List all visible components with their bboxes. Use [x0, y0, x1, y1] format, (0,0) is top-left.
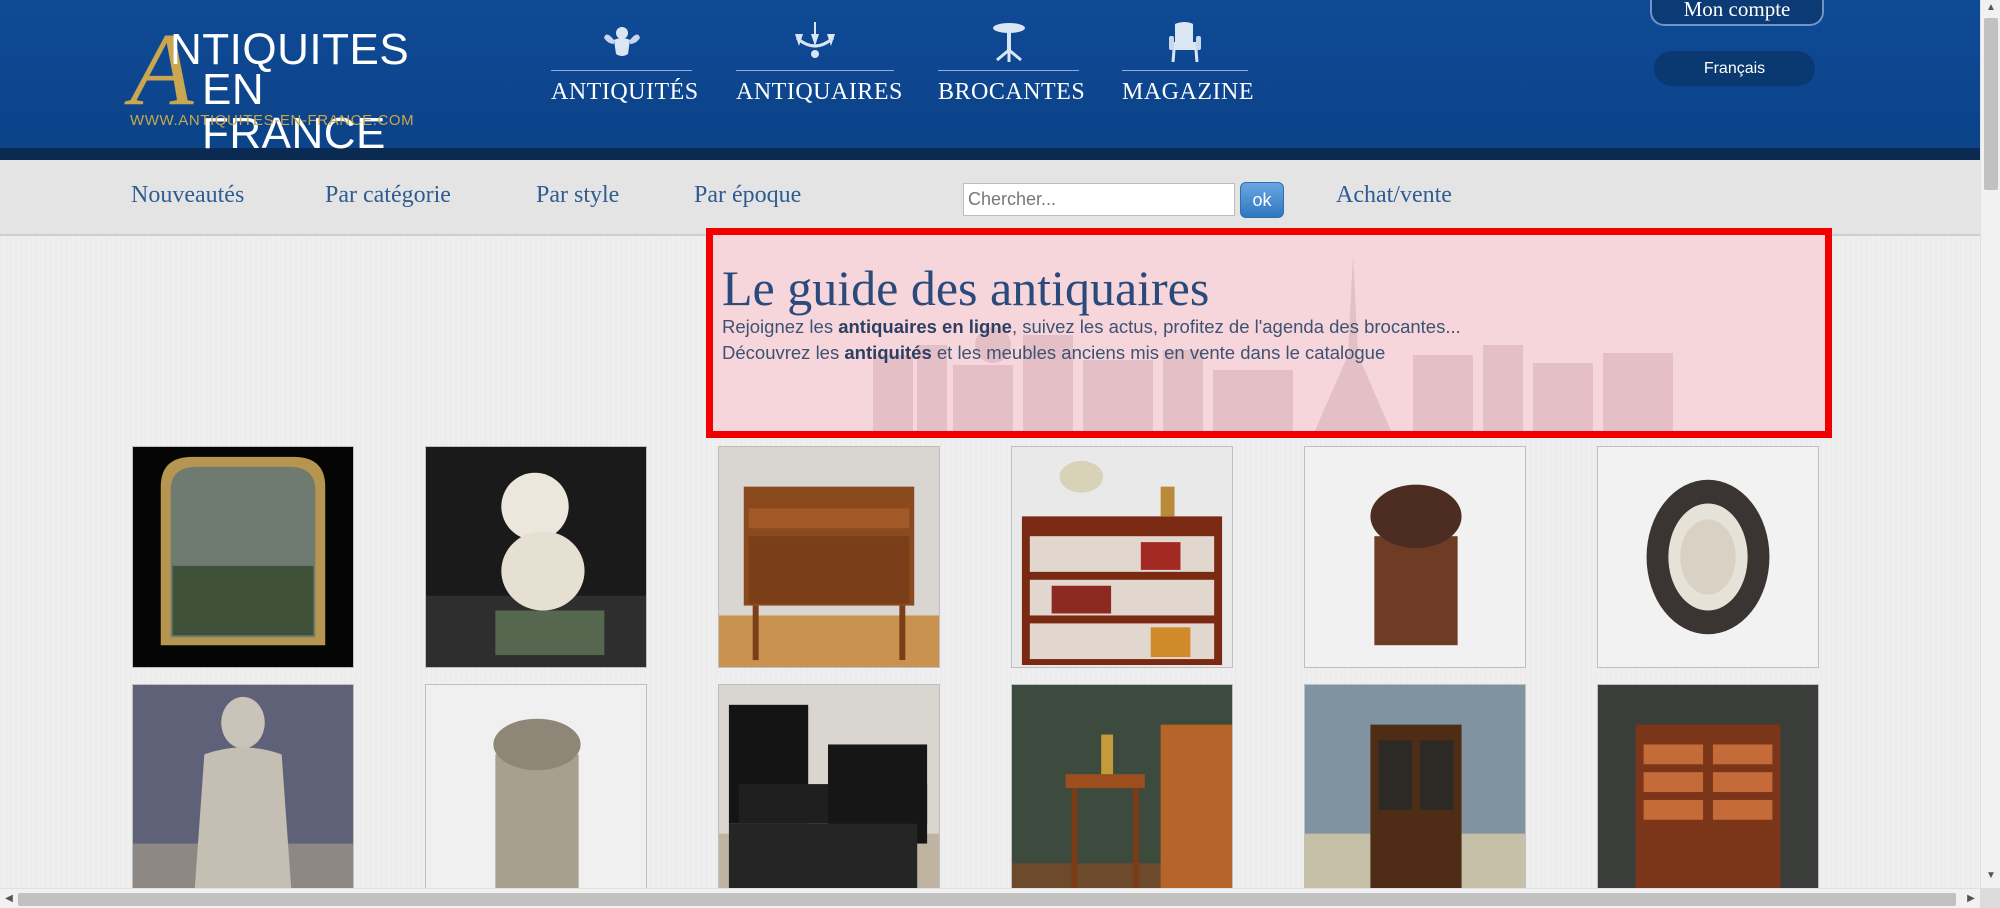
product-thumbnail[interactable]	[1011, 446, 1233, 668]
jade-seal-image	[426, 685, 646, 905]
cherub-icon	[551, 20, 692, 64]
side-table-commode-image	[1012, 685, 1232, 905]
chandelier-icon	[736, 20, 894, 64]
intro-text: et les meubles anciens mis en vente dans…	[931, 342, 1386, 363]
search-submit-button[interactable]: ok	[1240, 182, 1284, 218]
intro-text: Découvrez les	[722, 342, 845, 363]
intro-banner: Le guide des antiquaires Rejoignez les a…	[706, 228, 1832, 438]
product-thumbnail[interactable]	[425, 446, 647, 668]
black-bed-image	[719, 685, 939, 905]
product-thumbnail[interactable]	[1011, 684, 1233, 906]
intro-text: , suivez les actus, profitez de l'agenda…	[1011, 316, 1461, 337]
sub-navigation: Nouveautés Par catégorie Par style Par é…	[0, 160, 1980, 236]
logo-url: WWW.ANTIQUITES-EN-FRANCE.COM	[130, 112, 415, 129]
subnav-achat-vente[interactable]: Achat/vente	[1336, 182, 1452, 209]
product-thumbnail[interactable]	[1597, 684, 1819, 906]
intro-text-line2: Découvrez les antiquités et les meubles …	[722, 342, 1385, 364]
pedestal-table-icon	[938, 20, 1079, 64]
gilded-mirror-image	[133, 447, 353, 667]
scroll-up-arrow-icon[interactable]: ▲	[1981, 0, 2000, 16]
account-button[interactable]: Mon compte	[1650, 0, 1824, 26]
stone-statue-image	[133, 685, 353, 905]
vertical-scroll-thumb[interactable]	[1984, 18, 1998, 190]
scroll-right-arrow-icon[interactable]: ▶	[1962, 889, 1980, 908]
main-nav-brocantes[interactable]: BROCANTES	[938, 20, 1086, 110]
product-thumbnail[interactable]	[718, 684, 940, 906]
intro-text: Rejoignez les	[722, 316, 839, 337]
intro-text-line1: Rejoignez les antiquaires en ligne, suiv…	[722, 316, 1461, 338]
horizontal-scroll-thumb[interactable]	[18, 893, 1956, 906]
product-thumbnail[interactable]	[425, 684, 647, 906]
cabinet-drawers-image	[1598, 685, 1818, 905]
scrollbar-corner	[1980, 888, 2000, 908]
product-thumbnail[interactable]	[1304, 446, 1526, 668]
main-nav-label: BROCANTES	[938, 79, 1086, 105]
product-thumbnail[interactable]	[132, 684, 354, 906]
main-nav-antiquaires[interactable]: ANTIQUAIRES	[736, 20, 903, 110]
search-input[interactable]	[963, 183, 1235, 216]
product-thumbnail[interactable]	[718, 446, 940, 668]
intro-title: Le guide des antiquaires	[722, 260, 1210, 316]
display-cabinet-image	[1305, 685, 1525, 905]
cameo-brooch-image	[1598, 447, 1818, 667]
scroll-left-arrow-icon[interactable]: ◀	[0, 889, 18, 908]
main-nav-label: ANTIQUAIRES	[736, 79, 903, 105]
seal-sculpture-image	[1305, 447, 1525, 667]
nightstand-image	[719, 447, 939, 667]
horizontal-scrollbar[interactable]: ◀ ▶	[0, 888, 1980, 908]
antiquites-link[interactable]: antiquités	[844, 342, 931, 363]
subnav-par-style[interactable]: Par style	[536, 182, 619, 209]
site-header: A NTIQUITES EN FRANCE WWW.ANTIQUITES-EN-…	[0, 0, 1980, 160]
antiquaires-link[interactable]: antiquaires en ligne	[838, 316, 1012, 337]
bookcase-image	[1012, 447, 1232, 667]
cherub-figurine-image	[426, 447, 646, 667]
language-selector[interactable]: Français	[1654, 51, 1815, 86]
main-nav-label: MAGAZINE	[1122, 79, 1254, 105]
product-thumbnail[interactable]	[1597, 446, 1819, 668]
subnav-par-categorie[interactable]: Par catégorie	[325, 182, 451, 209]
product-thumbnail[interactable]	[1304, 684, 1526, 906]
main-nav-label: ANTIQUITÉS	[551, 79, 699, 105]
armchair-icon	[1122, 20, 1248, 64]
main-nav-magazine[interactable]: MAGAZINE	[1122, 20, 1254, 110]
main-nav-antiquites[interactable]: ANTIQUITÉS	[551, 20, 699, 110]
scroll-down-arrow-icon[interactable]: ▼	[1981, 868, 2000, 884]
site-logo[interactable]: A NTIQUITES EN FRANCE WWW.ANTIQUITES-EN-…	[130, 18, 440, 156]
vertical-scrollbar[interactable]: ▲ ▼	[1980, 0, 2000, 888]
subnav-par-epoque[interactable]: Par époque	[694, 182, 801, 209]
subnav-nouveautes[interactable]: Nouveautés	[131, 182, 244, 209]
product-thumbnail[interactable]	[132, 446, 354, 668]
